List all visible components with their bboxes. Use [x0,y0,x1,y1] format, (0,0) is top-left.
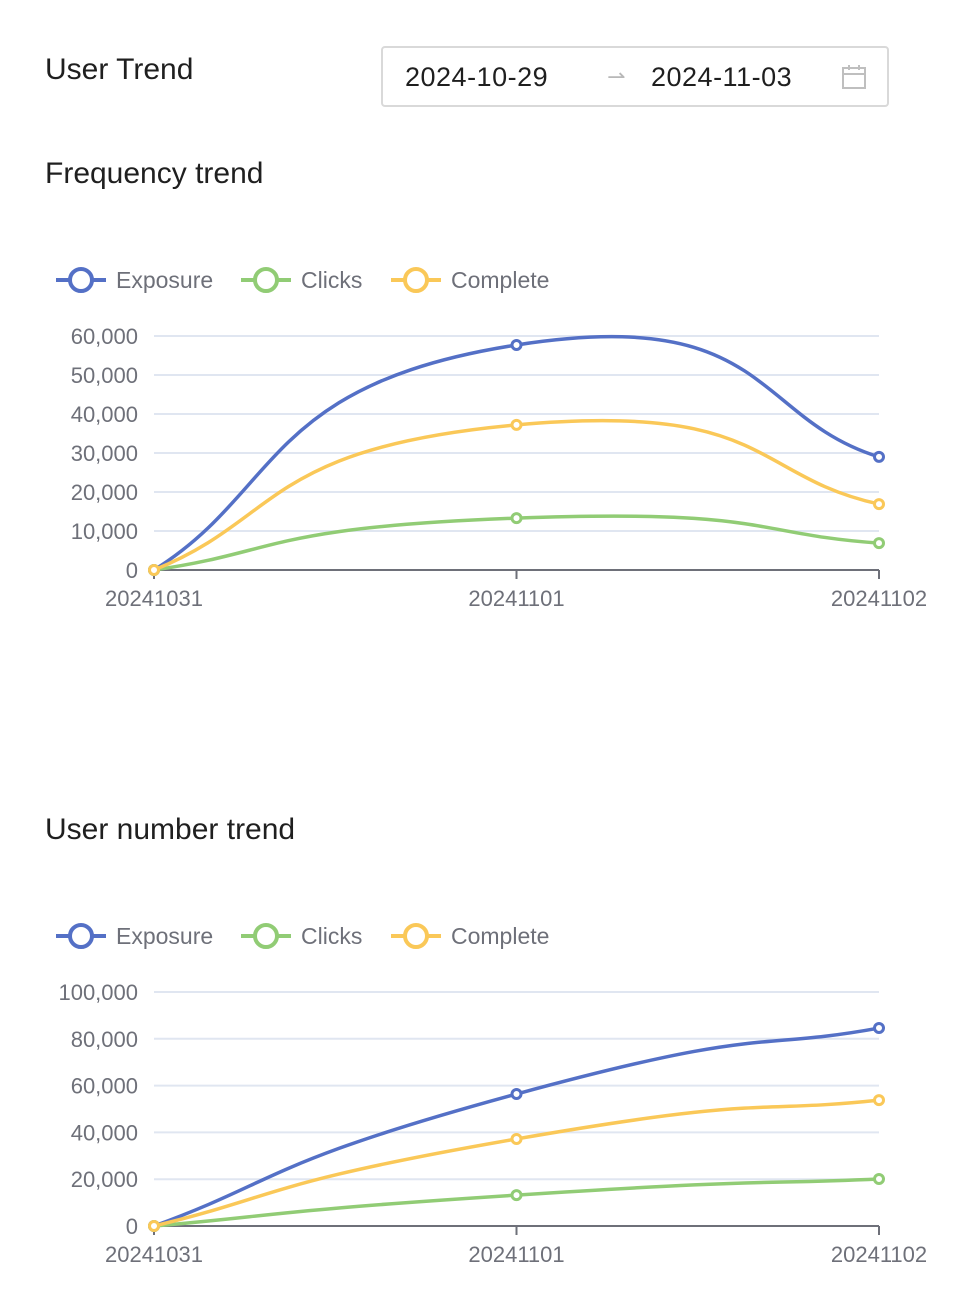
legend-item-exposure[interactable]: Exposure [56,267,213,293]
data-point-clicks-20241102 [873,537,885,550]
series-line-clicks [153,1177,880,1228]
x-tick-label: 20241101 [468,586,564,611]
y-tick-label: 10,000 [71,519,138,544]
x-tick-label: 20241101 [468,1242,564,1267]
x-tick-label: 20241031 [105,586,203,611]
data-point-clicks-20241101 [510,512,523,525]
data-point-exposure-20241101 [510,338,523,351]
date-range-picker[interactable]: 2024-10-29 ⇀ 2024-11-03 [381,46,889,107]
frequency-trend-chart: Exposure Clicks Complete 0 10,000 20,000 30,00… [56,267,927,611]
y-tick-label: 40,000 [71,402,138,427]
x-tick-label: 20241102 [831,586,927,611]
x-tick-label: 20241102 [831,1242,927,1267]
chart-title-frequency-trend: Frequency trend [45,157,264,190]
user-number-trend-chart: Exposure Clicks Complete 0 20,000 40,000 60,00… [56,923,927,1267]
end-date-input[interactable]: 2024-11-03 [651,62,792,93]
y-tick-label: 20,000 [71,1167,138,1192]
data-point-exposure-20241102 [873,1022,885,1035]
legend-label-clicks: Clicks [301,267,362,293]
legend-item-complete[interactable]: Complete [391,267,549,293]
legend-label-exposure: Exposure [116,923,213,949]
y-tick-label: 100,000 [58,980,138,1005]
y-tick-label: 0 [126,558,138,583]
data-point-complete-20241031 [148,564,160,576]
data-point-complete-20241102 [873,498,885,511]
y-tick-label: 60,000 [71,1074,138,1099]
data-point-complete-20241031 [148,1220,160,1232]
page-title: User Trend [45,53,194,86]
data-point-clicks-20241101 [510,1189,523,1202]
legend-item-clicks[interactable]: Clicks [241,923,362,949]
data-point-exposure-20241101 [510,1088,523,1101]
x-tick-label: 20241031 [105,1242,203,1267]
legend-marker-clicks [253,923,279,949]
legend-item-exposure[interactable]: Exposure [56,923,213,949]
series-line-clicks [153,514,880,572]
legend-item-complete[interactable]: Complete [391,923,549,949]
start-date-input[interactable]: 2024-10-29 [405,62,548,93]
legend-marker-exposure [68,267,94,293]
legend-label-exposure: Exposure [116,267,213,293]
range-separator-arrow-icon: ⇀ [607,64,626,89]
legend-marker-complete [403,267,429,293]
chart-title-user-number-trend: User number trend [45,813,296,846]
data-point-exposure-20241102 [873,450,885,463]
y-tick-label: 20,000 [71,480,138,505]
y-tick-label: 50,000 [71,363,138,388]
legend-label-complete: Complete [451,267,549,293]
y-tick-label: 80,000 [71,1027,138,1052]
legend-label-clicks: Clicks [301,923,362,949]
calendar-icon[interactable] [841,64,867,90]
legend-label-complete: Complete [451,923,549,949]
y-tick-label: 40,000 [71,1120,138,1145]
data-point-clicks-20241102 [873,1172,885,1185]
legend-item-clicks[interactable]: Clicks [241,267,362,293]
y-tick-label: 30,000 [71,441,138,466]
y-tick-label: 0 [126,1214,138,1239]
data-point-complete-20241102 [873,1094,885,1107]
legend-marker-clicks [253,267,279,293]
data-point-complete-20241101 [510,418,523,431]
data-point-complete-20241101 [510,1132,523,1145]
y-tick-label: 60,000 [71,324,138,349]
legend-marker-complete [403,923,429,949]
legend-marker-exposure [68,923,94,949]
series-line-complete [153,1098,880,1228]
